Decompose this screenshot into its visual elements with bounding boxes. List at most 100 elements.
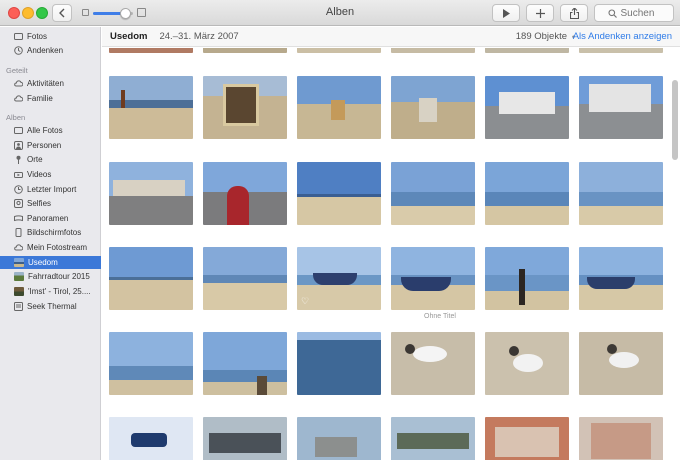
sidebar-item-familie[interactable]: Familie (0, 92, 101, 105)
sidebar-item-aktivitaeten[interactable]: Aktivitäten (0, 77, 101, 90)
photo-thumbnail[interactable] (391, 48, 475, 53)
add-button[interactable] (526, 4, 554, 22)
search-icon (607, 8, 617, 18)
panorama-icon (14, 214, 23, 223)
sidebar-item-alle-fotos[interactable]: Alle Fotos (0, 124, 101, 137)
sidebar-item-orte[interactable]: Orte (0, 153, 101, 166)
cloud-icon (14, 79, 23, 88)
sidebar-item-bildschirmfotos[interactable]: Bildschirmfotos (0, 226, 101, 239)
slideshow-button[interactable] (492, 4, 520, 22)
sidebar-item-label: Mein Fotostream (27, 243, 88, 252)
memories-icon (14, 46, 23, 55)
photo-thumbnail[interactable] (485, 162, 569, 225)
sidebar-item-label: Familie (27, 94, 53, 103)
photo-thumbnail[interactable]: ♡ (297, 247, 381, 310)
sidebar-item-seek-thermal[interactable]: Seek Thermal (0, 300, 101, 313)
photo-thumbnail[interactable] (485, 48, 569, 53)
sidebar-item-label: Aktivitäten (27, 79, 64, 88)
sidebar-item-label: 'Imst' - Tirol, 25.... (28, 287, 91, 296)
photo-thumbnail[interactable] (297, 48, 381, 53)
show-as-memory-link[interactable]: Als Andenken anzeigen (573, 31, 672, 42)
screenshot-icon (14, 228, 23, 237)
selfie-icon (14, 199, 23, 208)
sidebar-item-label: Usedom (28, 258, 58, 267)
photo-thumbnail[interactable] (109, 48, 193, 53)
photo-grid: ♡ Ohne Titel (102, 48, 680, 460)
back-button[interactable] (52, 4, 72, 22)
sidebar-item-label: Videos (27, 170, 52, 179)
sidebar-item-fahrradtour-2015[interactable]: Fahrradtour 2015 (0, 270, 101, 283)
photo-thumbnail[interactable] (485, 247, 569, 310)
photo-thumbnail[interactable] (391, 332, 475, 395)
photo-thumbnail[interactable] (579, 162, 663, 225)
sidebar-item-personen[interactable]: Personen (0, 139, 101, 152)
photo-thumbnail[interactable] (109, 76, 193, 139)
window-title: Alben (325, 6, 355, 18)
sidebar-item-letzter-import[interactable]: Letzter Import (0, 183, 101, 196)
plus-icon (535, 8, 545, 18)
photo-thumbnail[interactable] (109, 332, 193, 395)
title-bar: Alben (0, 0, 680, 26)
photo-thumbnail[interactable] (203, 162, 287, 225)
share-button[interactable] (560, 4, 588, 22)
photo-thumbnail[interactable] (297, 417, 381, 460)
sidebar-item-imst-tirol[interactable]: 'Imst' - Tirol, 25.... (0, 285, 101, 298)
sidebar-item-label: Alle Fotos (27, 126, 63, 135)
album-thumbnail (14, 287, 24, 296)
sidebar-item-andenken[interactable]: Andenken (0, 44, 101, 57)
photo-thumbnail[interactable] (485, 417, 569, 460)
video-icon (14, 170, 23, 179)
search-input[interactable] (620, 7, 661, 19)
photo-thumbnail[interactable] (391, 417, 475, 460)
photo-thumbnail[interactable] (109, 162, 193, 225)
sidebar-item-panoramen[interactable]: Panoramen (0, 212, 101, 225)
photo-thumbnail[interactable] (391, 76, 475, 139)
heart-icon[interactable]: ♡ (301, 296, 309, 307)
photo-thumbnail[interactable] (109, 247, 193, 310)
photo-thumbnail[interactable] (579, 247, 663, 310)
photo-thumbnail[interactable] (485, 332, 569, 395)
photo-thumbnail[interactable] (391, 162, 475, 225)
sidebar-item-selfies[interactable]: Selfies (0, 197, 101, 210)
item-count: 189 Objekte (515, 31, 567, 42)
photo-caption: Ohne Titel (424, 313, 456, 320)
photo-thumbnail[interactable] (203, 48, 287, 53)
share-icon (569, 7, 579, 19)
search-field[interactable] (594, 4, 674, 22)
vertical-scrollbar[interactable] (672, 80, 678, 160)
photo-thumbnail[interactable] (203, 247, 287, 310)
fullscreen-window-button[interactable] (36, 7, 48, 19)
small-thumbnail-icon (82, 9, 89, 16)
photo-thumbnail[interactable] (579, 76, 663, 139)
sidebar-item-mein-fotostream[interactable]: Mein Fotostream (0, 241, 101, 254)
photo-thumbnail[interactable] (579, 417, 663, 460)
sidebar: Fotos Andenken Geteilt Aktivitäten Famil… (0, 27, 101, 460)
sidebar-item-label: Orte (27, 155, 43, 164)
sidebar-item-label: Selfies (27, 199, 52, 208)
photo-thumbnail[interactable] (579, 332, 663, 395)
zoom-slider[interactable] (82, 7, 146, 19)
zoom-thumb[interactable] (120, 8, 131, 19)
photo-thumbnail[interactable] (203, 76, 287, 139)
folder-icon (14, 302, 23, 311)
photo-thumbnail[interactable] (109, 417, 193, 460)
close-window-button[interactable] (8, 7, 20, 19)
photo-thumbnail[interactable] (485, 76, 569, 139)
photo-thumbnail[interactable] (391, 247, 475, 310)
album-header: Usedom 24.–31. März 2007 189 Objekte • A… (102, 27, 680, 47)
sidebar-item-usedom[interactable]: Usedom (0, 256, 101, 269)
photo-thumbnail[interactable] (297, 162, 381, 225)
minimize-window-button[interactable] (22, 7, 34, 19)
zoom-track[interactable] (93, 8, 133, 19)
album-thumbnail (14, 258, 24, 267)
photo-thumbnail[interactable] (203, 417, 287, 460)
sidebar-item-label: Bildschirmfotos (27, 228, 82, 237)
sidebar-item-fotos[interactable]: Fotos (0, 30, 101, 43)
sidebar-item-videos[interactable]: Videos (0, 168, 101, 181)
photo-thumbnail[interactable] (203, 332, 287, 395)
photo-thumbnail[interactable] (297, 332, 381, 395)
sidebar-item-label: Panoramen (27, 214, 69, 223)
photo-thumbnail[interactable] (579, 48, 663, 53)
album-thumbnail (14, 272, 24, 281)
photo-thumbnail[interactable] (297, 76, 381, 139)
